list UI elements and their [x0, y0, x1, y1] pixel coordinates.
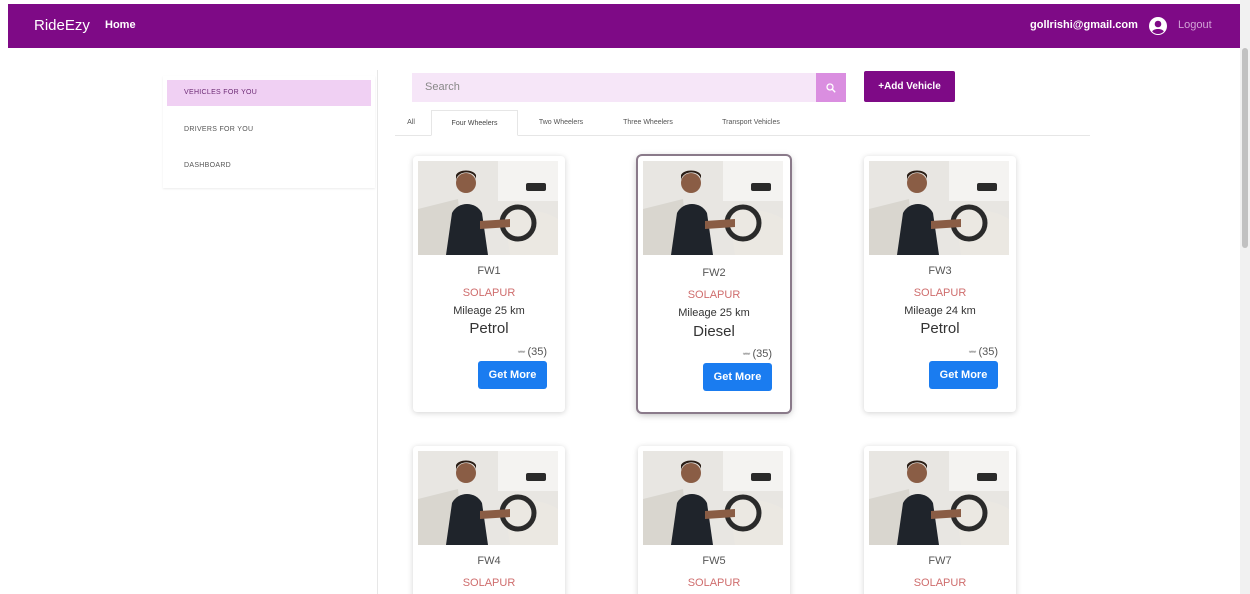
sidebar-item-drivers[interactable]: DRIVERS FOR YOU — [167, 117, 371, 143]
vehicle-mileage: Mileage 24 km — [904, 305, 976, 317]
vehicle-city: SOLAPUR — [462, 287, 516, 299]
scrollbar-thumb[interactable] — [1242, 48, 1248, 248]
review-count: (35) — [527, 346, 547, 358]
vehicle-city: SOLAPUR — [687, 577, 741, 589]
vehicle-rating: ***** (35) — [743, 348, 772, 360]
vehicle-photo — [869, 451, 1009, 545]
rating-stars-icon: ***** — [968, 351, 977, 357]
vehicle-photo — [643, 451, 783, 545]
get-more-button[interactable]: Get More — [703, 363, 772, 391]
rating-stars-icon: ***** — [742, 353, 751, 359]
user-email: gollrishi@gmail.com — [1030, 19, 1138, 31]
vehicle-category-tabs: All Four Wheelers Two Wheelers Three Whe… — [395, 110, 1090, 136]
search-icon — [826, 82, 836, 93]
vehicle-name: FW7 — [928, 555, 952, 567]
vehicle-city: SOLAPUR — [687, 289, 741, 301]
brand-logo[interactable]: RideEzy — [34, 17, 90, 34]
tab-two-wheelers[interactable]: Two Wheelers — [523, 110, 599, 136]
vehicle-name: FW2 — [702, 267, 726, 279]
sidebar-divider — [377, 70, 378, 594]
search-button[interactable] — [816, 73, 846, 102]
vehicle-photo — [418, 451, 558, 545]
vehicle-city: SOLAPUR — [913, 287, 967, 299]
vehicle-name: FW1 — [477, 265, 501, 277]
get-more-button[interactable]: Get More — [478, 361, 547, 389]
vehicle-card[interactable]: FW4 SOLAPUR — [413, 446, 565, 594]
rating-stars-icon: ***** — [517, 351, 526, 357]
vehicle-mileage: Mileage 25 km — [678, 307, 750, 319]
vehicle-card[interactable]: FW2 SOLAPUR Mileage 25 km Diesel ***** (… — [638, 156, 790, 412]
sidebar-item-dashboard[interactable]: DASHBOARD — [167, 153, 371, 179]
sidebar: VEHICLES FOR YOU DRIVERS FOR YOU DASHBOA… — [163, 76, 375, 188]
vehicle-photo — [869, 161, 1009, 255]
vehicle-fuel: Petrol — [469, 320, 509, 337]
vehicle-city: SOLAPUR — [462, 577, 516, 589]
vehicle-fuel: Petrol — [920, 320, 960, 337]
vehicle-photo — [418, 161, 558, 255]
vehicle-name: FW3 — [928, 265, 952, 277]
tab-all[interactable]: All — [399, 110, 423, 136]
page-scrollbar[interactable] — [1240, 0, 1250, 594]
vehicle-name: FW4 — [477, 555, 501, 567]
search-input[interactable]: Search — [412, 73, 816, 102]
vehicle-fuel: Diesel — [693, 323, 735, 340]
vehicle-name: FW5 — [702, 555, 726, 567]
add-vehicle-button[interactable]: +Add Vehicle — [864, 71, 955, 102]
home-link[interactable]: Home — [105, 19, 136, 31]
vehicle-card[interactable]: FW5 SOLAPUR — [638, 446, 790, 594]
logout-link[interactable]: Logout — [1178, 19, 1212, 31]
vehicle-card[interactable]: FW7 SOLAPUR — [864, 446, 1016, 594]
user-circle-icon[interactable] — [1148, 16, 1168, 36]
tab-four-wheelers[interactable]: Four Wheelers — [431, 110, 518, 136]
get-more-button[interactable]: Get More — [929, 361, 998, 389]
vehicle-city: SOLAPUR — [913, 577, 967, 589]
vehicle-card[interactable]: FW3 SOLAPUR Mileage 24 km Petrol ***** (… — [864, 156, 1016, 412]
review-count: (35) — [752, 348, 772, 360]
tab-three-wheelers[interactable]: Three Wheelers — [607, 110, 689, 136]
vehicle-rating: ***** (35) — [969, 346, 998, 358]
tab-transport-vehicles[interactable]: Transport Vehicles — [701, 110, 801, 136]
vehicle-mileage: Mileage 25 km — [453, 305, 525, 317]
app-frame: RideEzy Home gollrishi@gmail.com Logout … — [0, 0, 1250, 594]
vehicle-photo — [643, 161, 783, 255]
top-navbar: RideEzy Home gollrishi@gmail.com Logout — [8, 4, 1240, 48]
vehicle-rating: ***** (35) — [518, 346, 547, 358]
vehicle-card[interactable]: FW1 SOLAPUR Mileage 25 km Petrol ***** (… — [413, 156, 565, 412]
review-count: (35) — [978, 346, 998, 358]
sidebar-item-vehicles[interactable]: VEHICLES FOR YOU — [167, 80, 371, 106]
